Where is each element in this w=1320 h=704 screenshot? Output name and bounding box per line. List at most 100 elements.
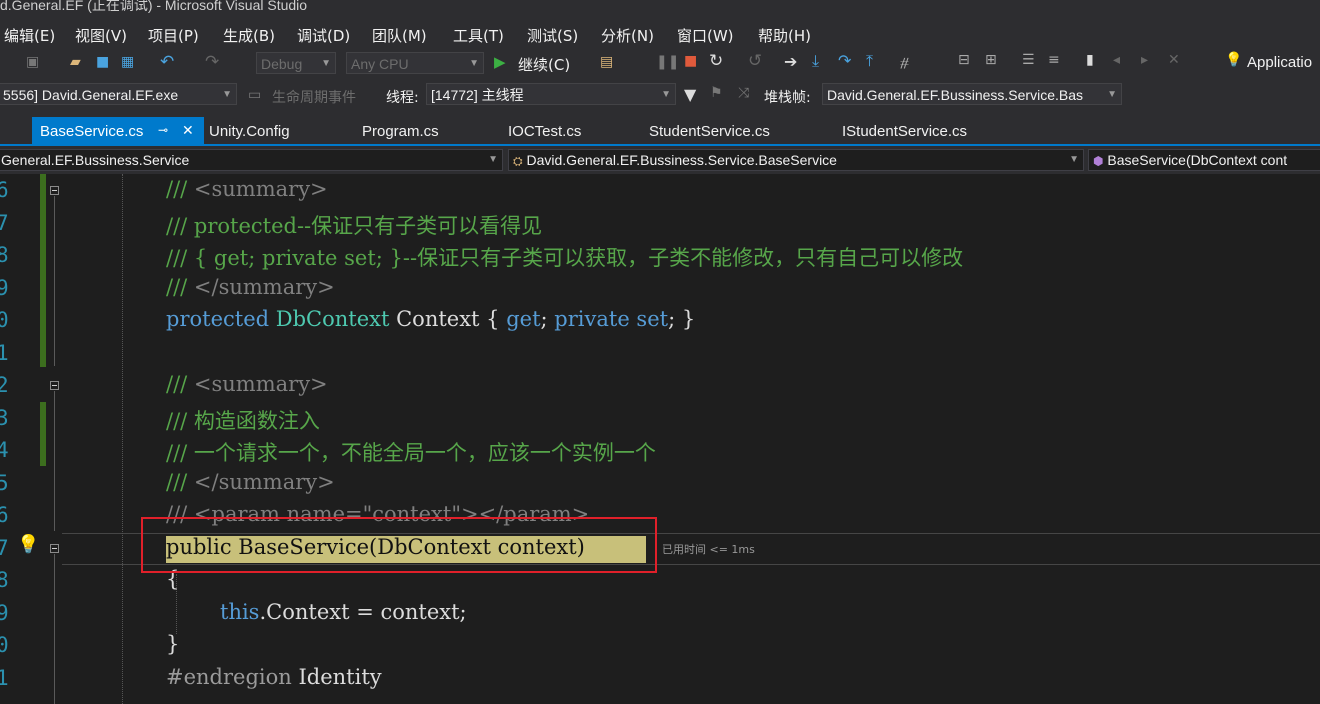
comment-icon[interactable]: ☰ [1022, 52, 1035, 68]
project-dropdown[interactable]: General.EF.Bussiness.Service ▼ [0, 149, 503, 171]
keyword: this [220, 600, 260, 624]
undo-icon[interactable]: ↶ [160, 52, 174, 72]
line-number: 4 [0, 438, 9, 462]
code-line: #endregion Identity [166, 665, 382, 689]
thread-select[interactable]: [14772] 主线程 ▼ [426, 83, 676, 105]
class-value: David.General.EF.Bussiness.Service.BaseS… [526, 152, 837, 168]
menu-edit[interactable]: 编辑(E) [4, 25, 55, 46]
line-number: 3 [0, 406, 9, 430]
tab-studentservice[interactable]: StudentService.cs [649, 123, 770, 140]
application-insights-button[interactable]: Applicatio [1247, 54, 1312, 71]
line-number: 0 [0, 308, 9, 332]
stop-icon[interactable]: ■ [684, 53, 697, 69]
window-layout-icon[interactable]: ⊞ [985, 52, 997, 68]
comment-prefix: /// [166, 470, 194, 494]
menu-team[interactable]: 团队(M) [372, 25, 427, 46]
line-number: 0 [0, 633, 9, 657]
code-line: } [166, 632, 180, 656]
collapse-icon[interactable] [50, 186, 59, 195]
tab-baseservice[interactable]: BaseService.cs ⊸ ✕ [32, 117, 204, 144]
prev-bookmark-icon[interactable]: ◂ [1113, 52, 1120, 68]
indent-guide [122, 174, 123, 704]
next-bookmark-icon[interactable]: ▸ [1141, 52, 1148, 68]
open-folder-icon[interactable]: ▰ [70, 54, 81, 70]
class-icon: ⛭ [513, 154, 523, 168]
menu-build[interactable]: 生成(B) [223, 25, 275, 46]
punctuation: ; } [668, 307, 696, 331]
menu-view[interactable]: 视图(V) [75, 25, 127, 46]
clear-bookmarks-icon[interactable]: ✕ [1168, 52, 1180, 68]
save-all-icon[interactable]: ▦ [121, 54, 134, 70]
tab-program[interactable]: Program.cs [362, 123, 439, 140]
tab-istudentservice[interactable]: IStudentService.cs [842, 123, 967, 140]
lifecycle-events-button[interactable]: 生命周期事件 [272, 87, 356, 107]
menu-debug[interactable]: 调试(D) [297, 25, 350, 46]
code-editor[interactable]: 💡 6 7 8 9 0 1 2 3 4 5 6 7 8 9 0 1 /// <s… [0, 174, 1320, 704]
member-dropdown[interactable]: ⬢ BaseService(DbContext cont [1088, 149, 1320, 171]
close-icon[interactable]: ✕ [182, 122, 194, 139]
step-out-icon[interactable]: ⤒ [866, 51, 873, 71]
continue-button[interactable]: 继续(C) [518, 54, 570, 75]
redo-icon[interactable]: ↷ [205, 52, 219, 72]
save-icon[interactable]: ■ [96, 54, 109, 70]
solution-config-select[interactable]: Debug ▼ [256, 52, 336, 74]
application-insights-icon[interactable]: 💡 [1225, 52, 1242, 68]
identifier: .Context = context; [259, 600, 467, 624]
stackframe-value: David.General.EF.Bussiness.Service.Bas [827, 87, 1083, 103]
standard-toolbar: ▣ ▰ ■ ▦ ↶ ↷ Debug ▼ Any CPU ▼ ▶ 继续(C) ▤ ❚❚… [0, 47, 1320, 80]
chevron-down-icon: ▼ [488, 154, 498, 165]
process-icon[interactable]: ▤ [600, 54, 613, 70]
code-line: protected DbContext Context { get; priva… [166, 307, 695, 331]
tab-ioctest[interactable]: IOCTest.cs [508, 123, 581, 140]
xml-tag: </summary> [193, 470, 335, 494]
lightbulb-icon[interactable]: 💡 [17, 534, 39, 555]
comment-prefix: /// [166, 372, 194, 396]
menu-tools[interactable]: 工具(T) [453, 25, 504, 46]
menu-project[interactable]: 项目(P) [148, 25, 199, 46]
hot-reload-icon[interactable]: ↺ [748, 51, 762, 71]
change-indicator [40, 174, 46, 367]
elapsed-time-perftip[interactable]: 已用时间 <= 1ms [662, 541, 755, 557]
type-name: DbContext [275, 307, 390, 331]
pause-icon[interactable]: ❚❚ [656, 54, 679, 70]
restart-icon[interactable]: ↻ [709, 51, 723, 71]
navigation-bar: General.EF.Bussiness.Service ▼ ⛭ David.Ge… [0, 146, 1320, 174]
class-dropdown[interactable]: ⛭ David.General.EF.Bussiness.Service.Bas… [508, 149, 1084, 171]
new-project-icon[interactable]: ▣ [26, 54, 39, 70]
menu-test[interactable]: 测试(S) [527, 25, 578, 46]
process-select[interactable]: 5556] David.General.EF.exe ▼ [0, 83, 237, 105]
menu-analyze[interactable]: 分析(N) [601, 25, 654, 46]
menu-window[interactable]: 窗口(W) [677, 25, 734, 46]
filter-icon[interactable]: ▼ [684, 85, 696, 104]
line-number: 8 [0, 243, 9, 267]
keyword: get [506, 307, 541, 331]
annotation-red-box [141, 517, 657, 573]
line-number: 8 [0, 568, 9, 592]
collapse-icon[interactable] [50, 544, 59, 553]
step-into-icon[interactable]: ⤓ [812, 51, 819, 71]
step-over-icon[interactable]: ↷ [838, 51, 851, 70]
play-icon[interactable]: ▶ [494, 53, 506, 71]
platform-select[interactable]: Any CPU ▼ [346, 52, 484, 74]
hex-display-icon[interactable]: ⧣ [900, 52, 909, 72]
chevron-down-icon: ▼ [661, 89, 671, 100]
uncomment-icon[interactable]: ≡ [1048, 52, 1060, 68]
pin-icon[interactable]: ⊸ [158, 123, 168, 137]
tab-unity-config[interactable]: Unity.Config [209, 123, 290, 140]
xml-tag: </summary> [193, 275, 335, 299]
bookmark-window-icon[interactable]: ⊟ [958, 52, 970, 68]
config-value: Debug [261, 56, 303, 72]
flag-threads-icon[interactable]: ⚑ [710, 85, 723, 101]
show-flagged-icon[interactable]: ⤨ [738, 85, 749, 101]
collapse-icon[interactable] [50, 381, 59, 390]
code-line: this.Context = context; [220, 600, 467, 624]
line-number: 7 [0, 211, 9, 235]
code-line: /// 构造函数注入 [166, 409, 320, 433]
menu-help[interactable]: 帮助(H) [758, 25, 811, 46]
show-next-statement-icon[interactable]: ➔ [784, 52, 797, 71]
code-line: /// </summary> [166, 275, 335, 299]
bookmark-icon[interactable]: ▮ [1086, 52, 1094, 68]
code-line: /// protected--保证只有子类可以看得见 [166, 214, 543, 238]
stackframe-select[interactable]: David.General.EF.Bussiness.Service.Bas ▼ [822, 83, 1122, 105]
chevron-down-icon: ▼ [469, 58, 479, 69]
